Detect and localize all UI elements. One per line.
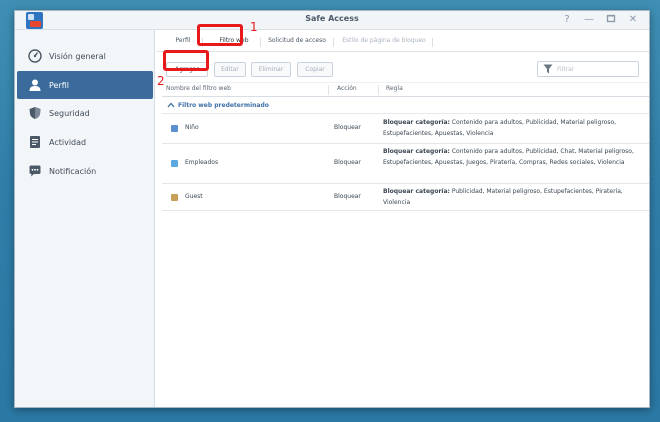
- sidebar-item-label: Visión general: [49, 51, 106, 61]
- dashboard-gauge-icon: [27, 48, 43, 64]
- shield-icon: [27, 105, 43, 121]
- minimize-icon[interactable]: —: [583, 13, 595, 27]
- filter-profile-icon: [171, 160, 178, 167]
- filter-input[interactable]: [557, 65, 637, 73]
- user-profile-icon: [27, 77, 43, 93]
- filter-box: [537, 61, 639, 77]
- row-rule: Bloquear categoría: Contenido para adult…: [383, 119, 617, 137]
- safe-access-window: Safe Access ? — ✕ Visión general Perfil: [14, 10, 650, 408]
- filter-profile-icon: [171, 194, 178, 201]
- tab-bar: Perfil Filtro web Solicitud de acceso Es…: [156, 30, 649, 52]
- column-header-rule[interactable]: Regla: [386, 85, 403, 92]
- tab-profile[interactable]: Perfil: [170, 34, 196, 52]
- tab-block-page-style: Estilo de página de bloqueo: [342, 37, 426, 44]
- edit-button[interactable]: Editar: [214, 62, 246, 77]
- table-row[interactable]: Empleados Bloquear Bloquear categoría: C…: [162, 144, 649, 184]
- main-content: Perfil Filtro web Solicitud de acceso Es…: [156, 30, 649, 407]
- sidebar-item-security[interactable]: Seguridad: [17, 99, 153, 127]
- table-row[interactable]: Niño Bloquear Bloquear categoría: Conten…: [162, 114, 649, 144]
- group-header-row[interactable]: Filtro web predeterminado: [162, 97, 649, 114]
- sidebar-item-notification[interactable]: Notificación: [17, 157, 153, 185]
- toolbar: Agregar Editar Eliminar Copiar: [156, 52, 649, 82]
- row-name: Guest: [185, 193, 203, 200]
- help-icon[interactable]: ?: [561, 13, 573, 27]
- close-icon[interactable]: ✕: [627, 13, 639, 27]
- sidebar-item-activity[interactable]: Actividad: [17, 128, 153, 156]
- maximize-icon[interactable]: [605, 13, 617, 27]
- row-name: Empleados: [185, 159, 219, 166]
- annotation-number-1: 1: [250, 20, 258, 34]
- chevron-up-icon[interactable]: [166, 100, 176, 110]
- grid-header: Nombre del filtro web Acción Regla: [162, 82, 649, 97]
- sidebar-item-profile[interactable]: Perfil: [17, 71, 153, 99]
- group-label: Filtro web predeterminado: [178, 101, 269, 109]
- sidebar-item-label: Notificación: [49, 166, 97, 176]
- chat-bubble-icon: [27, 163, 43, 179]
- row-action: Bloquear: [334, 193, 361, 200]
- filter-profile-icon: [171, 125, 178, 132]
- sidebar-item-overview[interactable]: Visión general: [17, 42, 153, 70]
- web-filter-grid: Nombre del filtro web Acción Regla Filtr…: [162, 82, 649, 211]
- tab-web-filter[interactable]: Filtro web: [214, 34, 254, 52]
- row-action: Bloquear: [334, 124, 361, 131]
- sidebar-item-label: Perfil: [49, 80, 70, 90]
- activity-log-icon: [27, 134, 43, 150]
- row-rule: Bloquear categoría: Publicidad, Material…: [383, 188, 623, 206]
- annotation-number-2: 2: [157, 74, 165, 88]
- sidebar: Visión general Perfil Seguridad Activida…: [15, 30, 155, 407]
- window-title: Safe Access: [305, 14, 359, 23]
- delete-button[interactable]: Eliminar: [251, 62, 291, 77]
- sidebar-item-label: Actividad: [49, 137, 87, 147]
- add-button[interactable]: Agregar: [166, 62, 208, 77]
- column-header-name[interactable]: Nombre del filtro web: [166, 85, 231, 92]
- column-header-action[interactable]: Acción: [337, 85, 357, 92]
- table-row[interactable]: Guest Bloquear Bloquear categoría: Publi…: [162, 184, 649, 211]
- row-name: Niño: [185, 124, 199, 131]
- window-controls: ? — ✕: [561, 13, 639, 27]
- row-rule: Bloquear categoría: Contenido para adult…: [383, 148, 634, 166]
- row-action: Bloquear: [334, 159, 361, 166]
- sidebar-item-label: Seguridad: [49, 108, 90, 118]
- funnel-icon: [542, 63, 554, 75]
- tab-access-request[interactable]: Solicitud de acceso: [268, 34, 326, 52]
- copy-button[interactable]: Copiar: [297, 62, 333, 77]
- title-bar: Safe Access ? — ✕: [15, 11, 649, 30]
